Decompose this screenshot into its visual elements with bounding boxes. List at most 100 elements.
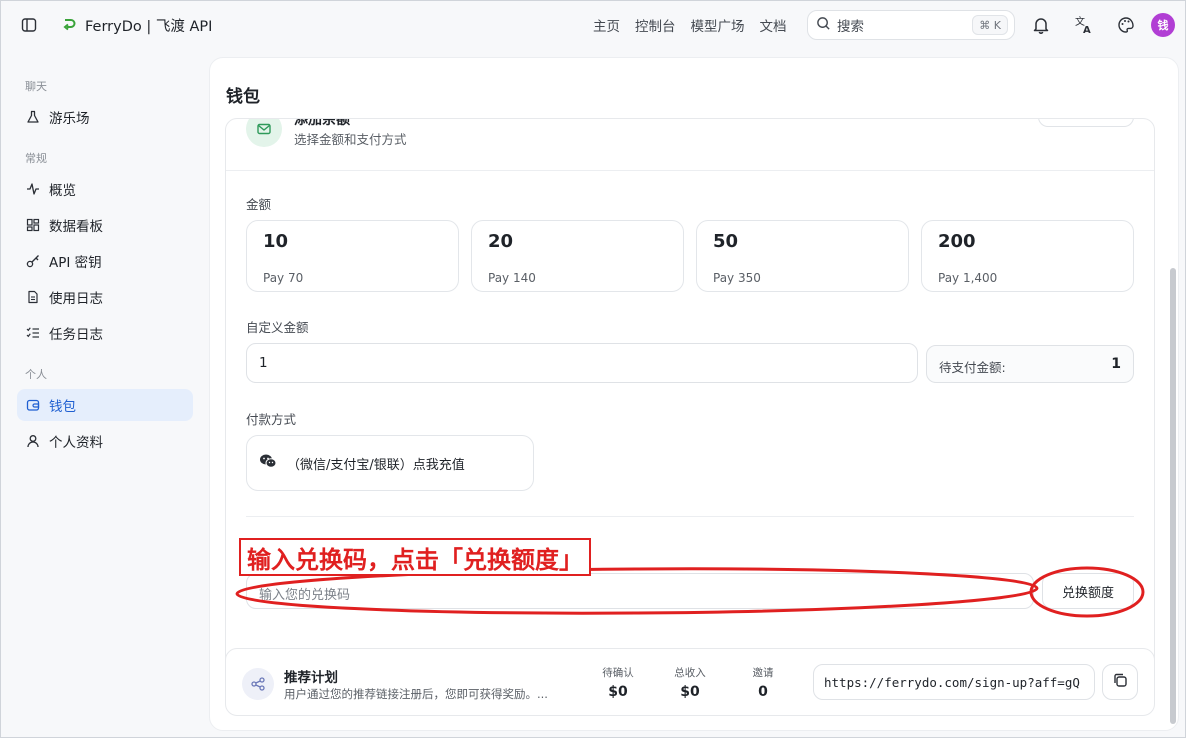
sidebar-item-usage-logs[interactable]: 使用日志 [17, 281, 193, 313]
stat-value: $0 [608, 684, 628, 700]
stat-pending: 待确认 $0 [593, 665, 643, 700]
copy-button[interactable] [1102, 664, 1138, 700]
mail-icon [246, 119, 282, 147]
palette-icon[interactable] [1115, 14, 1137, 36]
referral-description: 用户通过您的推荐链接注册后，您即可获得奖励。... [284, 687, 548, 701]
stat-total-income: 总收入 $0 [665, 665, 715, 700]
nav-model-plaza[interactable]: 模型广场 [691, 15, 745, 35]
search-shortcut: ⌘ K [972, 15, 1008, 35]
sidebar-item-label: 游乐场 [49, 111, 90, 127]
share-icon [242, 668, 274, 700]
sidebar-group-personal: 个人 [25, 368, 47, 381]
sidebar-toggle-icon[interactable] [19, 15, 39, 35]
card-subtitle: 选择金额和支付方式 [294, 132, 407, 147]
amount-pay: Pay 140 [488, 271, 536, 285]
search-placeholder: 搜索 [837, 19, 864, 35]
nav-console[interactable]: 控制台 [635, 15, 676, 35]
payment-method-label-text: （微信/支付宝/银联）点我充值 [287, 457, 465, 473]
translate-icon[interactable]: 文A [1073, 14, 1095, 36]
sidebar-item-api-keys[interactable]: API 密钥 [17, 245, 193, 277]
sidebar-group-chat: 聊天 [25, 80, 47, 93]
sidebar-item-overview[interactable]: 概览 [17, 173, 193, 205]
divider [246, 516, 1134, 517]
amount-value: 50 [713, 231, 739, 252]
annotation-label: 输入兑换码，点击「兑换额度」 [239, 538, 591, 576]
stat-value: $0 [680, 684, 700, 700]
nav-docs[interactable]: 文档 [760, 15, 787, 35]
amount-value: 200 [938, 231, 976, 252]
recharge-card: 添加余额 选择金额和支付方式 金额 10 Pay 70 20 Pay 140 5… [225, 118, 1155, 686]
sidebar-item-dashboard[interactable]: 数据看板 [17, 209, 193, 241]
sidebar-item-label: API 密钥 [49, 255, 102, 271]
sidebar-item-profile[interactable]: 个人资料 [17, 425, 193, 457]
list-checks-icon [25, 325, 41, 341]
redeem-button[interactable]: 兑换额度 [1042, 573, 1134, 609]
stat-label: 邀请 [752, 667, 774, 679]
amount-pay: Pay 350 [713, 271, 761, 285]
dashboard-icon [25, 217, 41, 233]
sidebar-item-label: 数据看板 [49, 219, 103, 235]
sidebar-item-label: 使用日志 [49, 291, 103, 307]
avatar[interactable]: 钱 [1151, 13, 1175, 37]
svg-text:A: A [1083, 25, 1091, 35]
amount-value: 20 [488, 231, 514, 252]
amount-label: 金额 [246, 197, 272, 212]
stat-label: 待确认 [602, 667, 634, 679]
redeem-code-placeholder: 输入您的兑换码 [259, 588, 351, 603]
pending-amount: 待支付金额: 1 [926, 345, 1134, 383]
flask-icon [25, 109, 41, 125]
pending-amount-label: 待支付金额: [939, 360, 1006, 375]
main-panel: 钱包 添加余额 选择金额和支付方式 金额 10 Pay 70 20 Pay 14… [209, 57, 1179, 731]
referral-title: 推荐计划 [284, 670, 338, 686]
referral-card: 推荐计划 用户通过您的推荐链接注册后，您即可获得奖励。... 待确认 $0 总收… [225, 648, 1155, 716]
sidebar-item-playground[interactable]: 游乐场 [17, 101, 193, 133]
payment-method-button[interactable]: （微信/支付宝/银联）点我充值 [246, 435, 534, 491]
sidebar-item-task-logs[interactable]: 任务日志 [17, 317, 193, 349]
amount-option[interactable]: 200 Pay 1,400 [921, 220, 1134, 292]
amount-value: 10 [263, 231, 289, 252]
file-text-icon [25, 289, 41, 305]
sidebar-item-label: 概览 [49, 183, 76, 199]
divider [226, 170, 1154, 171]
app-title[interactable]: FerryDo | 飞渡 API [85, 15, 212, 36]
sidebar-group-general: 常规 [25, 152, 47, 165]
copy-icon [1112, 672, 1128, 692]
top-bar: FerryDo | 飞渡 API 主页 控制台 模型广场 文档 搜索 ⌘ K 文… [1, 1, 1185, 49]
page-title: 钱包 [226, 87, 260, 107]
key-icon [25, 253, 41, 269]
stat-label: 总收入 [674, 667, 706, 679]
sidebar-item-label: 个人资料 [49, 435, 103, 451]
amount-pay: Pay 70 [263, 271, 304, 285]
search-input[interactable]: 搜索 ⌘ K [807, 10, 1015, 40]
amount-pay: Pay 1,400 [938, 271, 998, 285]
sidebar-item-label: 钱包 [49, 399, 76, 415]
top-nav: 主页 控制台 模型广场 文档 [593, 15, 802, 35]
wechat-icon [259, 453, 277, 473]
stat-invites: 邀请 0 [738, 665, 788, 700]
custom-amount-input[interactable]: 1 [246, 343, 918, 383]
redeem-code-input[interactable]: 输入您的兑换码 [246, 573, 1034, 609]
nav-home[interactable]: 主页 [593, 15, 620, 35]
stat-value: 0 [758, 684, 768, 700]
amount-option[interactable]: 10 Pay 70 [246, 220, 459, 292]
search-icon [816, 16, 831, 35]
amount-option[interactable]: 20 Pay 140 [471, 220, 684, 292]
pending-amount-value: 1 [1111, 356, 1121, 372]
app-window: FerryDo | 飞渡 API 主页 控制台 模型广场 文档 搜索 ⌘ K 文… [0, 0, 1186, 738]
logo-icon [61, 16, 77, 32]
payment-method-label: 付款方式 [246, 412, 297, 427]
custom-amount-label: 自定义金额 [246, 320, 309, 335]
sidebar-item-label: 任务日志 [49, 327, 103, 343]
custom-amount-value: 1 [259, 355, 268, 371]
scrollbar[interactable] [1170, 268, 1176, 724]
user-icon [25, 433, 41, 449]
card-header-button[interactable] [1038, 119, 1134, 127]
referral-link-field[interactable]: https://ferrydo.com/sign-up?aff=gQ [813, 664, 1095, 700]
wallet-icon [25, 397, 41, 413]
sidebar-item-wallet[interactable]: 钱包 [17, 389, 193, 421]
activity-icon [25, 181, 41, 197]
amount-option[interactable]: 50 Pay 350 [696, 220, 909, 292]
card-title: 添加余额 [294, 118, 350, 128]
bell-icon[interactable] [1030, 14, 1052, 36]
referral-link-text: https://ferrydo.com/sign-up?aff=gQ [824, 675, 1080, 690]
